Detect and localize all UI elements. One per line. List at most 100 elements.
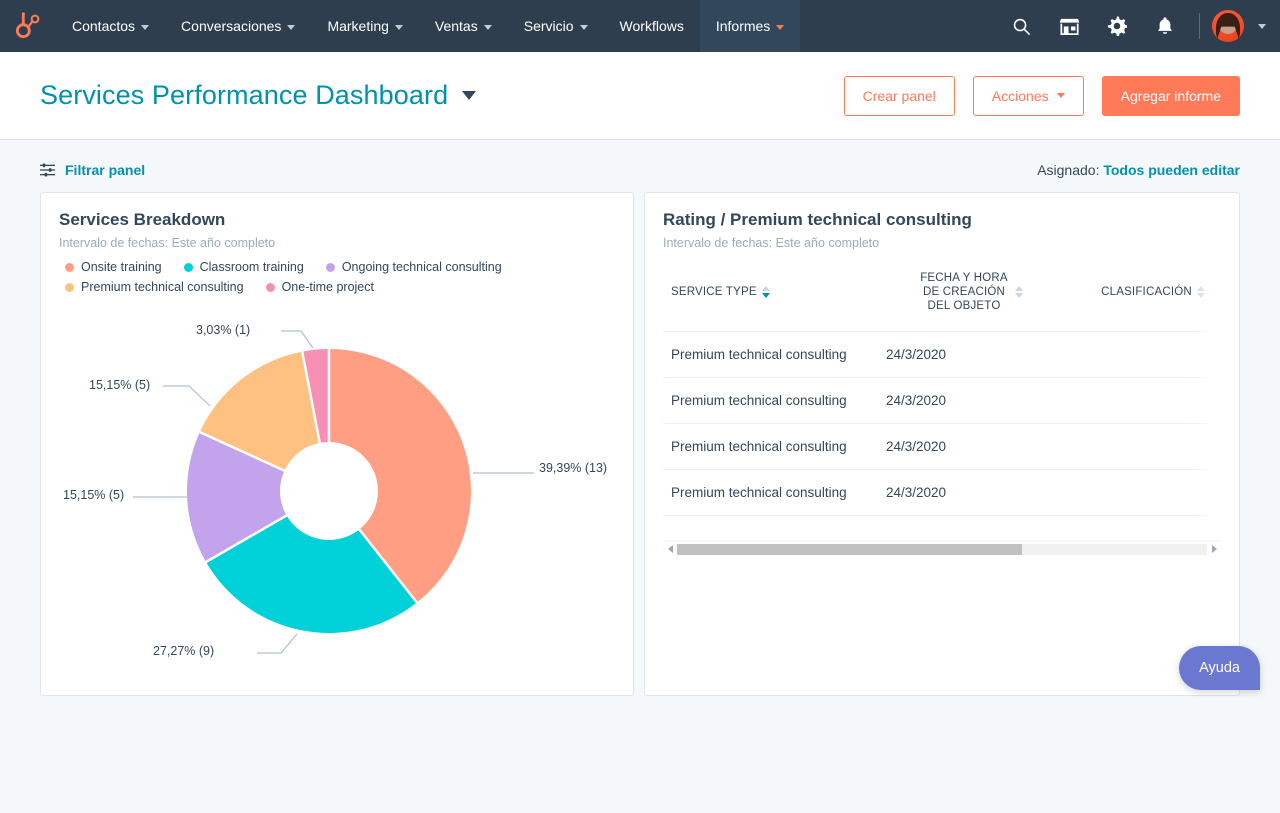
- help-button[interactable]: Ayuda: [1179, 646, 1260, 690]
- sort-descending-icon: [1015, 293, 1023, 298]
- settings-gear-icon[interactable]: [1095, 0, 1139, 52]
- nav-item-label: Workflows: [620, 18, 684, 34]
- pie-label-ongoing-technical-consulting: 15,15% (5): [63, 488, 124, 502]
- chevron-down-icon: [287, 25, 295, 30]
- legend-label: Classroom training: [200, 260, 304, 274]
- nav-item-label: Informes: [716, 18, 770, 34]
- services-breakdown-card: Services Breakdown Intervalo de fechas: …: [40, 192, 634, 696]
- nav-item-label: Ventas: [435, 18, 478, 34]
- cell-created-at: 24/3/2020: [878, 423, 1063, 469]
- table-horizontal-scrollbar[interactable]: [663, 540, 1221, 557]
- sort-descending-icon: [762, 293, 770, 298]
- sort-arrows-icon: [762, 286, 770, 298]
- sort-descending-icon: [1197, 293, 1205, 298]
- sort-arrows-icon: [1015, 286, 1023, 298]
- avatar[interactable]: [1212, 10, 1244, 42]
- table-row[interactable]: Premium technical consulting 24/3/2020 9…: [663, 469, 1221, 515]
- column-header-created-at[interactable]: FECHA Y HORA DE CREACIÓN DEL OBJETO: [878, 253, 1063, 331]
- actions-dropdown-button[interactable]: Acciones: [973, 76, 1084, 116]
- page-header: Services Performance Dashboard Crear pan…: [0, 52, 1280, 140]
- chevron-down-icon: [462, 91, 476, 100]
- nav-item-contactos[interactable]: Contactos: [56, 0, 165, 52]
- nav-item-servicio[interactable]: Servicio: [508, 0, 604, 52]
- legend-color-swatch: [184, 263, 193, 272]
- hubspot-sprocket-logo[interactable]: [0, 0, 56, 52]
- card-subtitle: Intervalo de fechas: Este año completo: [41, 230, 633, 250]
- legend-label: Ongoing technical consulting: [342, 260, 502, 274]
- nav-item-label: Conversaciones: [181, 18, 281, 34]
- pie-label-classroom-training: 27,27% (9): [153, 644, 214, 658]
- search-icon[interactable]: [999, 0, 1043, 52]
- scrollbar-thumb[interactable]: [677, 544, 1022, 555]
- nav-item-ventas[interactable]: Ventas: [419, 0, 508, 52]
- card-title: Rating / Premium technical consulting: [645, 193, 1239, 230]
- column-label: CLASIFICACIÓN: [1101, 286, 1192, 298]
- pie-label-one-time-project: 3,03% (1): [196, 323, 250, 337]
- nav-item-label: Marketing: [327, 18, 388, 34]
- nav-items: Contactos Conversaciones Marketing Venta…: [56, 0, 800, 52]
- page-title: Services Performance Dashboard: [40, 80, 448, 111]
- create-panel-button[interactable]: Crear panel: [844, 76, 955, 116]
- navbar-right-actions: [999, 0, 1280, 52]
- legend-label: Onsite training: [81, 260, 162, 274]
- cell-created-at: 24/3/2020: [878, 331, 1063, 377]
- sort-ascending-icon: [1015, 286, 1023, 291]
- create-panel-label: Crear panel: [863, 88, 936, 104]
- scrollbar-track[interactable]: [677, 544, 1207, 555]
- legend-item-one-time-project[interactable]: One-time project: [266, 280, 374, 294]
- nav-item-informes[interactable]: Informes: [700, 0, 800, 52]
- legend-label: Premium technical consulting: [81, 280, 244, 294]
- column-label: FECHA Y HORA DE CREACIÓN DEL OBJETO: [918, 271, 1010, 313]
- actions-label: Acciones: [992, 88, 1049, 104]
- report-table-wrapper: SERVICE TYPE FECHA Y HORA DE CREACIÓN: [645, 253, 1239, 695]
- table-row[interactable]: Premium technical consulting 24/3/2020 7…: [663, 423, 1221, 469]
- sort-ascending-icon: [762, 286, 770, 291]
- header-actions: Crear panel Acciones Agregar informe: [844, 76, 1240, 116]
- chevron-down-icon: [580, 25, 588, 30]
- top-navbar: Contactos Conversaciones Marketing Venta…: [0, 0, 1280, 52]
- filter-panel-button[interactable]: Filtrar panel: [40, 162, 145, 178]
- cell-service-type: Premium technical consulting: [663, 423, 878, 469]
- cell-rating: 9: [1063, 331, 1221, 377]
- nav-item-label: Servicio: [524, 18, 574, 34]
- chevron-down-icon: [395, 25, 403, 30]
- chevron-down-icon[interactable]: [1258, 24, 1266, 29]
- donut-chart-svg: [41, 294, 634, 686]
- help-button-label: Ayuda: [1199, 660, 1240, 676]
- sort-arrows-icon: [1197, 286, 1205, 298]
- column-header-service-type[interactable]: SERVICE TYPE: [663, 253, 878, 331]
- chevron-down-icon: [141, 25, 149, 30]
- nav-item-marketing[interactable]: Marketing: [311, 0, 418, 52]
- legend-color-swatch: [65, 263, 74, 272]
- dashboard-cards: Services Breakdown Intervalo de fechas: …: [0, 192, 1280, 696]
- table-row[interactable]: Premium technical consulting 24/3/2020 8…: [663, 377, 1221, 423]
- nav-item-conversaciones[interactable]: Conversaciones: [165, 0, 311, 52]
- add-report-button[interactable]: Agregar informe: [1102, 76, 1240, 116]
- table-body: Premium technical consulting 24/3/2020 9…: [663, 331, 1221, 515]
- scroll-right-arrow-icon[interactable]: [1207, 541, 1221, 558]
- cell-created-at: 24/3/2020: [878, 377, 1063, 423]
- cell-service-type: Premium technical consulting: [663, 469, 878, 515]
- leader-line-classroom: [257, 634, 297, 653]
- card-title: Services Breakdown: [41, 193, 633, 230]
- table-row[interactable]: Premium technical consulting 24/3/2020 9…: [663, 331, 1221, 377]
- legend-item-onsite-training[interactable]: Onsite training: [65, 260, 162, 274]
- assigned-value[interactable]: Todos pueden editar: [1103, 162, 1240, 178]
- cell-rating: 8: [1063, 377, 1221, 423]
- notifications-bell-icon[interactable]: [1143, 0, 1187, 52]
- scroll-left-arrow-icon[interactable]: [663, 541, 677, 558]
- legend-color-swatch: [326, 263, 335, 272]
- chevron-down-icon: [776, 25, 784, 30]
- dashboard-title-selector[interactable]: Services Performance Dashboard: [40, 80, 476, 111]
- leader-line-onetime: [281, 331, 313, 348]
- sort-ascending-icon: [1197, 286, 1205, 291]
- marketplace-icon[interactable]: [1047, 0, 1091, 52]
- legend-item-ongoing-technical-consulting[interactable]: Ongoing technical consulting: [326, 260, 502, 274]
- legend-item-premium-technical-consulting[interactable]: Premium technical consulting: [65, 280, 244, 294]
- column-header-rating[interactable]: CLASIFICACIÓN: [1063, 253, 1221, 331]
- nav-item-label: Contactos: [72, 18, 135, 34]
- chart-legend: Onsite training Classroom training Ongoi…: [41, 250, 561, 294]
- nav-item-workflows[interactable]: Workflows: [604, 0, 700, 52]
- legend-item-classroom-training[interactable]: Classroom training: [184, 260, 304, 274]
- chevron-down-icon: [1057, 93, 1065, 98]
